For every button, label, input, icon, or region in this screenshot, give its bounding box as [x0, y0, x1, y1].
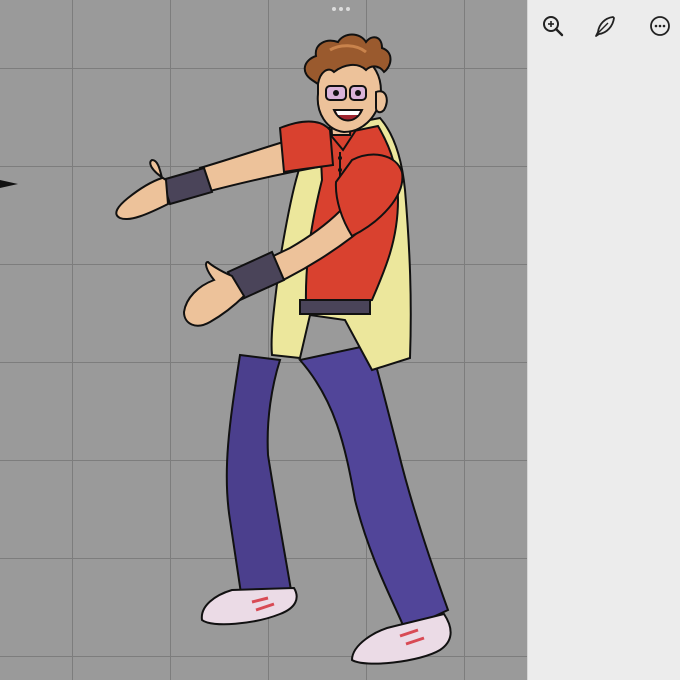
character-leg-right [298, 343, 450, 632]
pen-tool-button[interactable] [591, 12, 619, 40]
feather-pen-icon [595, 16, 615, 37]
character-shoe-left [200, 586, 298, 626]
more-options-button[interactable] [646, 12, 674, 40]
character-leg-left [225, 353, 294, 602]
more-options-icon [650, 16, 670, 36]
character-artwork [115, 33, 452, 665]
zoom-in-icon [543, 16, 564, 37]
drawing-canvas[interactable] [0, 0, 527, 680]
character-wristband-upper [160, 166, 214, 206]
side-panel [527, 0, 680, 680]
character-hand-upper [115, 158, 170, 220]
zoom-button[interactable] [539, 12, 567, 40]
character-belt [299, 299, 371, 315]
